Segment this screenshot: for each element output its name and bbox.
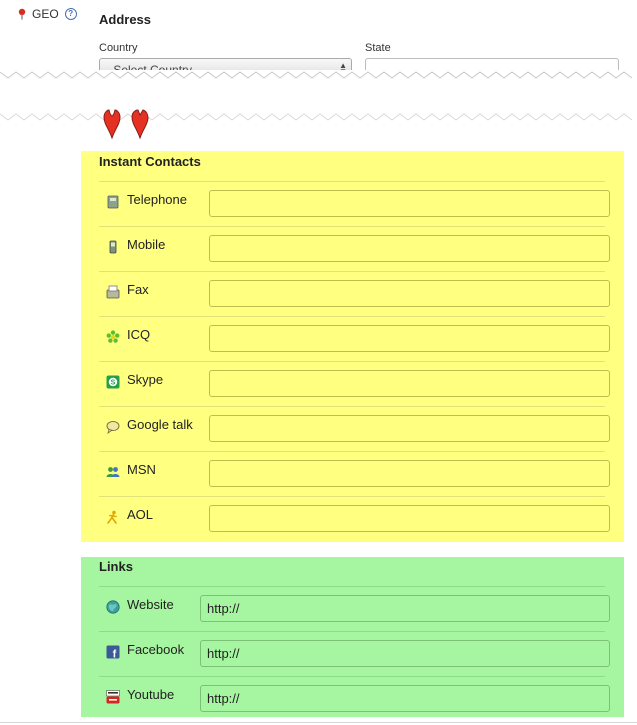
facebook-field[interactable] [200, 640, 610, 667]
link-label: Facebook [127, 642, 185, 657]
links-section: Links Website f Facebook Youtube [81, 557, 624, 717]
google-talk-field[interactable] [209, 415, 610, 442]
contact-label: Mobile [127, 237, 166, 252]
contact-label: AOL [127, 507, 154, 522]
address-title: Address [99, 12, 152, 27]
facebook-icon: f [106, 645, 120, 659]
instant-contacts-section: Instant Contacts Telephone Mobile Fax IC… [81, 151, 624, 542]
msn-field[interactable] [209, 460, 610, 487]
instant-contacts-title: Instant Contacts [99, 154, 201, 169]
svg-text:f: f [113, 649, 117, 660]
skype-icon: S [106, 375, 120, 389]
contact-row-google-talk: Google talk [99, 406, 610, 452]
map-marker-icon[interactable] [103, 109, 121, 139]
contact-label: Telephone [127, 192, 187, 207]
contact-row-skype: S Skype [99, 361, 610, 407]
msn-icon [106, 467, 120, 477]
fax-field[interactable] [209, 280, 610, 307]
mobile-field[interactable] [209, 235, 610, 262]
skype-field[interactable] [209, 370, 610, 397]
contact-row-telephone: Telephone [99, 181, 610, 227]
country-label: Country [99, 42, 138, 54]
link-row-website: Website [99, 586, 610, 632]
contact-row-fax: Fax [99, 271, 610, 317]
link-label: Website [127, 597, 174, 612]
google-talk-icon [106, 420, 120, 434]
icq-icon [106, 330, 120, 343]
contact-row-aol: AOL [99, 496, 610, 542]
telephone-icon [107, 195, 119, 209]
bottom-divider [0, 722, 637, 723]
geo-label-text: GEO [32, 7, 59, 21]
state-label: State [365, 42, 391, 54]
contact-label: ICQ [127, 327, 151, 342]
map-pin-icon [18, 8, 26, 20]
contact-row-icq: ICQ [99, 316, 610, 362]
map-markers [103, 109, 149, 139]
link-row-facebook: f Facebook [99, 631, 610, 677]
geo-label: GEO ? [18, 7, 77, 21]
link-label: Youtube [127, 687, 175, 702]
aol-field[interactable] [209, 505, 610, 532]
youtube-icon [106, 690, 120, 704]
links-title: Links [99, 559, 133, 574]
map-marker-alt-icon[interactable] [131, 109, 149, 139]
contact-row-mobile: Mobile [99, 226, 610, 272]
telephone-field[interactable] [209, 190, 610, 217]
svg-text:S: S [111, 380, 116, 387]
link-row-youtube: Youtube [99, 676, 610, 722]
help-icon[interactable]: ? [64, 8, 77, 20]
torn-edge-decoration [0, 71, 633, 121]
mobile-icon [109, 240, 117, 254]
contact-label: Fax [127, 282, 149, 297]
youtube-field[interactable] [200, 685, 610, 712]
contact-label: Skype [127, 372, 164, 387]
contact-label: Google talk [127, 417, 193, 432]
contact-row-msn: MSN [99, 451, 610, 497]
website-field[interactable] [200, 595, 610, 622]
fax-icon [106, 285, 120, 299]
globe-icon [106, 600, 120, 614]
icq-field[interactable] [209, 325, 610, 352]
contact-label: MSN [127, 462, 156, 477]
aol-icon [107, 510, 117, 524]
